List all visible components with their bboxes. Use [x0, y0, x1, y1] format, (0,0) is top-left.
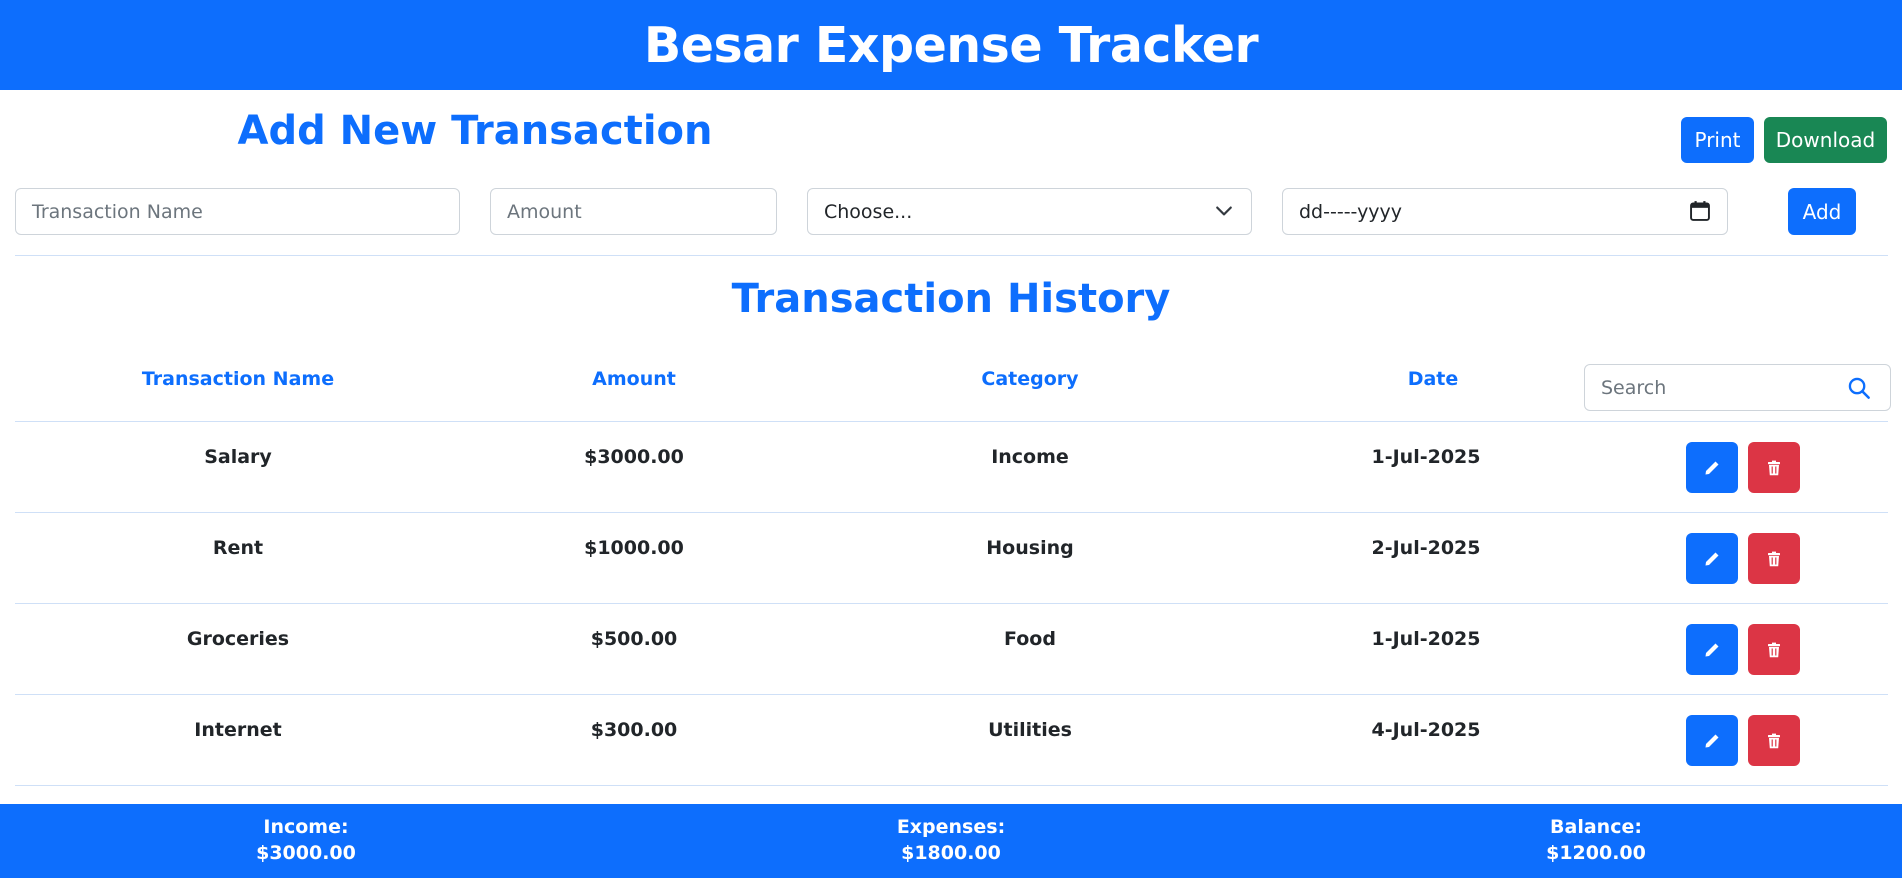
row-divider [15, 603, 1888, 604]
row-amount: $500.00 [590, 628, 678, 650]
row-name: Internet [194, 719, 282, 741]
income-value: $3000.00 [256, 842, 356, 864]
download-button[interactable]: Download [1764, 117, 1887, 163]
summary-footer: Income: $3000.00 Expenses: $1800.00 Bala… [0, 804, 1902, 878]
table-header-divider [15, 421, 1888, 422]
transaction-name-input[interactable]: Transaction Name [15, 188, 460, 235]
column-header-date: Date [1407, 368, 1459, 390]
income-label: Income: [263, 816, 349, 838]
delete-button[interactable] [1748, 442, 1800, 493]
trash-icon [1768, 733, 1780, 748]
edit-button[interactable] [1686, 533, 1738, 584]
income-summary: Income: $3000.00 [156, 814, 456, 866]
row-divider [15, 785, 1888, 786]
pencil-icon [1705, 461, 1719, 474]
amount-input[interactable]: Amount [490, 188, 777, 235]
delete-button[interactable] [1748, 715, 1800, 766]
expenses-label: Expenses: [896, 816, 1006, 838]
row-category: Housing [986, 537, 1074, 559]
row-date: 1-Jul-2025 [1371, 628, 1481, 650]
date-input-value: dd-----yyyy [1299, 200, 1403, 223]
add-transaction-title: Add New Transaction [237, 108, 713, 154]
row-category: Food [1004, 628, 1056, 650]
row-name: Groceries [186, 628, 290, 650]
chevron-down-icon [1216, 206, 1232, 216]
edit-button[interactable] [1686, 624, 1738, 675]
row-category: Income [991, 446, 1069, 468]
search-icon[interactable] [1848, 377, 1870, 399]
search-input[interactable] [1601, 375, 1831, 401]
pencil-icon [1705, 734, 1719, 747]
column-header-amount: Amount [592, 368, 676, 390]
row-amount: $1000.00 [584, 537, 684, 559]
amount-placeholder: Amount [507, 200, 582, 223]
trash-icon [1768, 642, 1780, 657]
trash-icon [1768, 460, 1780, 475]
pencil-icon [1705, 552, 1719, 565]
add-button[interactable]: Add [1788, 188, 1856, 235]
transaction-name-placeholder: Transaction Name [32, 200, 203, 223]
row-name: Salary [204, 446, 272, 468]
edit-button[interactable] [1686, 715, 1738, 766]
date-input[interactable]: dd-----yyyy [1282, 188, 1728, 235]
row-category: Utilities [988, 719, 1072, 741]
print-button[interactable]: Print [1681, 117, 1754, 163]
category-select[interactable]: Choose... [807, 188, 1252, 235]
column-header-category: Category [981, 368, 1079, 390]
search-box[interactable] [1584, 364, 1891, 411]
column-header-name: Transaction Name [141, 368, 335, 390]
balance-value: $1200.00 [1546, 842, 1646, 864]
calendar-icon[interactable] [1689, 200, 1711, 222]
row-divider [15, 512, 1888, 513]
row-date: 4-Jul-2025 [1371, 719, 1481, 741]
balance-label: Balance: [1550, 816, 1642, 838]
form-divider [15, 255, 1888, 256]
row-divider [15, 694, 1888, 695]
edit-button[interactable] [1686, 442, 1738, 493]
category-select-value: Choose... [824, 200, 913, 223]
pencil-icon [1705, 643, 1719, 656]
row-amount: $300.00 [590, 719, 678, 741]
expenses-value: $1800.00 [901, 842, 1001, 864]
transaction-history-title: Transaction History [731, 276, 1171, 322]
balance-summary: Balance: $1200.00 [1446, 814, 1746, 866]
row-date: 2-Jul-2025 [1371, 537, 1481, 559]
row-date: 1-Jul-2025 [1371, 446, 1481, 468]
row-amount: $3000.00 [584, 446, 684, 468]
row-name: Rent [212, 537, 264, 559]
app-header: Besar Expense Tracker [0, 0, 1902, 90]
trash-icon [1768, 551, 1780, 566]
delete-button[interactable] [1748, 624, 1800, 675]
expenses-summary: Expenses: $1800.00 [801, 814, 1101, 866]
app-title: Besar Expense Tracker [643, 16, 1259, 74]
delete-button[interactable] [1748, 533, 1800, 584]
